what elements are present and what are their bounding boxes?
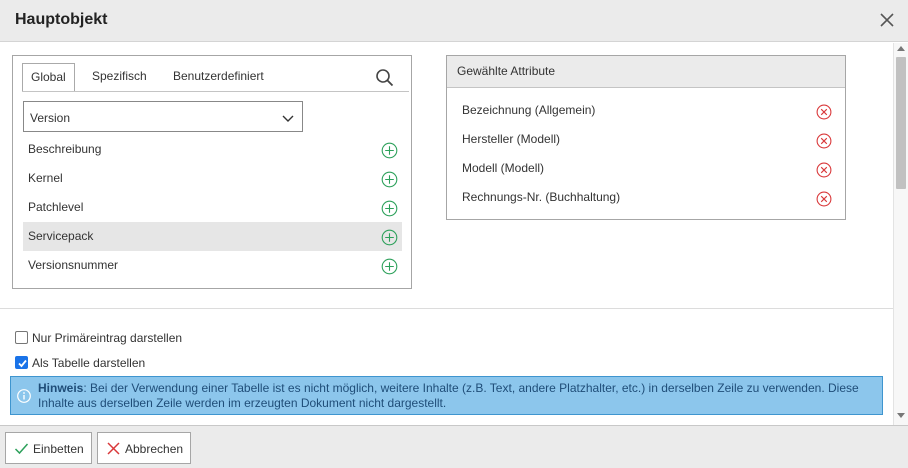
primary-only-checkbox-box[interactable] bbox=[15, 331, 28, 344]
attribute-label: Patchlevel bbox=[28, 200, 84, 214]
tab-global[interactable]: Global bbox=[22, 63, 75, 92]
list-item-selected[interactable]: Servicepack bbox=[23, 222, 402, 251]
selected-attribute-label: Hersteller (Modell) bbox=[462, 132, 561, 146]
selected-attributes-panel: Gewählte Attribute Bezeichnung (Allgemei… bbox=[446, 55, 846, 220]
embed-button[interactable]: Einbetten bbox=[5, 432, 92, 464]
primary-only-label: Nur Primäreintrag darstellen bbox=[32, 331, 183, 345]
hint-text: Hinweis: Bei der Verwendung einer Tabell… bbox=[38, 381, 873, 411]
list-item: Rechnungs-Nr. (Buchhaltung) bbox=[447, 183, 845, 212]
vertical-scrollbar[interactable] bbox=[893, 43, 908, 425]
dialog-content: Global Spezifisch Benutzerdefiniert Vers… bbox=[0, 43, 893, 425]
list-item[interactable]: Kernel bbox=[23, 164, 402, 193]
attribute-label: Kernel bbox=[28, 171, 63, 185]
chevron-down-icon bbox=[282, 112, 294, 122]
info-icon bbox=[17, 389, 31, 403]
plus-circle-icon[interactable] bbox=[381, 199, 398, 217]
dialog-titlebar: Hauptobjekt bbox=[0, 0, 908, 42]
scroll-down-arrow[interactable] bbox=[897, 413, 905, 418]
plus-circle-icon[interactable] bbox=[381, 170, 398, 188]
plus-circle-icon[interactable] bbox=[381, 141, 398, 159]
x-circle-icon[interactable] bbox=[816, 102, 832, 120]
tab-specific[interactable]: Spezifisch bbox=[84, 63, 155, 91]
hint-label: Hinweis bbox=[38, 381, 84, 395]
x-circle-icon[interactable] bbox=[816, 160, 832, 178]
scroll-up-arrow[interactable] bbox=[897, 46, 905, 51]
x-circle-icon[interactable] bbox=[816, 189, 832, 207]
hint-box: Hinweis: Bei der Verwendung einer Tabell… bbox=[10, 376, 883, 415]
list-item: Hersteller (Modell) bbox=[447, 125, 845, 154]
cancel-button-label: Abbrechen bbox=[125, 442, 184, 456]
x-circle-icon[interactable] bbox=[816, 131, 832, 149]
selected-attribute-label: Rechnungs-Nr. (Buchhaltung) bbox=[462, 190, 621, 204]
attribute-label: Beschreibung bbox=[28, 142, 102, 156]
as-table-checkbox-box[interactable] bbox=[15, 356, 28, 369]
list-item: Modell (Modell) bbox=[447, 154, 845, 183]
tabs-divider bbox=[22, 91, 409, 92]
as-table-label: Als Tabelle darstellen bbox=[32, 356, 146, 370]
plus-circle-icon[interactable] bbox=[381, 257, 398, 275]
selected-attribute-label: Modell (Modell) bbox=[462, 161, 545, 175]
available-attribute-list: Beschreibung Kernel Patchlevel Servicepa… bbox=[23, 135, 402, 280]
attribute-label: Servicepack bbox=[28, 229, 94, 243]
hint-body: : Bei der Verwendung einer Tabelle ist e… bbox=[38, 381, 859, 410]
category-select-value: Version bbox=[30, 111, 71, 125]
category-select[interactable]: Version bbox=[23, 101, 303, 132]
plus-circle-icon[interactable] bbox=[381, 228, 398, 246]
dialog-footer: Einbetten Abbrechen bbox=[0, 425, 908, 468]
dialog-title: Hauptobjekt bbox=[15, 11, 108, 28]
search-icon[interactable] bbox=[375, 68, 395, 88]
close-icon[interactable] bbox=[876, 9, 898, 31]
attribute-browser-panel: Global Spezifisch Benutzerdefiniert Vers… bbox=[12, 55, 412, 289]
selected-attributes-title: Gewählte Attribute bbox=[447, 56, 845, 88]
cancel-button[interactable]: Abbrechen bbox=[97, 432, 191, 464]
attribute-label: Versionsnummer bbox=[28, 258, 119, 272]
list-item[interactable]: Beschreibung bbox=[23, 135, 402, 164]
list-item: Bezeichnung (Allgemein) bbox=[447, 96, 845, 125]
embed-button-label: Einbetten bbox=[33, 442, 84, 456]
scrollbar-thumb[interactable] bbox=[896, 57, 906, 189]
tab-custom[interactable]: Benutzerdefiniert bbox=[165, 63, 272, 91]
section-divider bbox=[0, 308, 893, 309]
x-icon bbox=[106, 441, 121, 456]
selected-attribute-label: Bezeichnung (Allgemein) bbox=[462, 103, 596, 117]
checkmark-icon bbox=[14, 441, 29, 456]
selected-attribute-list: Bezeichnung (Allgemein) Hersteller (Mode… bbox=[447, 96, 845, 212]
list-item[interactable]: Versionsnummer bbox=[23, 251, 402, 280]
list-item[interactable]: Patchlevel bbox=[23, 193, 402, 222]
